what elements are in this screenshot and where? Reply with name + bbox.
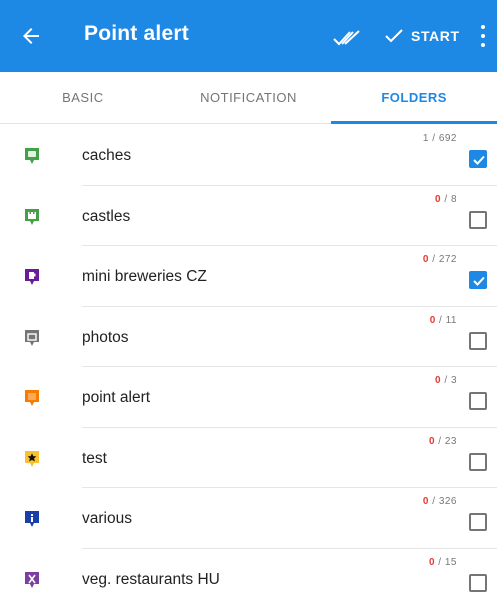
total-count: 3 — [450, 375, 457, 386]
folder-count: 0 / 3 — [435, 375, 457, 386]
arrow-back-icon[interactable] — [18, 24, 44, 48]
folder-row[interactable]: photos 0 / 11 — [0, 307, 497, 367]
folder-checkbox[interactable] — [469, 331, 487, 350]
beer-icon — [25, 269, 39, 285]
total-count: 23 — [444, 435, 457, 447]
folder-row[interactable]: test 0 / 23 — [0, 428, 497, 488]
total-count: 11 — [445, 314, 457, 326]
total-count: 15 — [444, 556, 457, 568]
folder-count: 1 / 692 — [422, 133, 457, 144]
alert-icon — [25, 390, 39, 406]
castle-icon — [25, 208, 39, 225]
folder-count: 0 / 326 — [422, 496, 457, 507]
folder-count: 0 / 8 — [435, 193, 457, 205]
folder-row[interactable]: veg. restaurants HU 0 / 15 — [0, 549, 497, 610]
folder-checkbox[interactable] — [469, 210, 487, 229]
folder-count: 0 / 23 — [428, 435, 457, 447]
folder-checkbox[interactable] — [469, 452, 487, 471]
folder-count: 0 / 272 — [422, 254, 457, 265]
folder-name: point alert — [82, 389, 151, 406]
more-vert-icon[interactable] — [477, 25, 489, 47]
page-title: Point alert — [84, 22, 189, 45]
total-count: 272 — [438, 254, 457, 265]
folder-name: castles — [82, 207, 131, 225]
info-icon — [25, 511, 39, 527]
total-count: 326 — [438, 496, 457, 507]
folder-row[interactable]: mini breweries CZ 0 / 272 — [0, 246, 497, 307]
app-bar: Point alert START — [0, 0, 497, 72]
cutlery-icon — [25, 571, 39, 588]
folder-row[interactable]: point alert 0 / 3 — [0, 367, 497, 428]
folder-row[interactable]: caches 1 / 692 — [0, 125, 497, 186]
double-check-icon[interactable] — [332, 29, 362, 47]
star-icon — [25, 450, 39, 467]
folder-checkbox[interactable] — [469, 271, 487, 289]
folder-row[interactable]: castles 0 / 8 — [0, 186, 497, 246]
folder-name: veg. restaurants HU — [82, 570, 220, 588]
folder-checkbox[interactable] — [469, 150, 487, 168]
check-icon — [385, 29, 403, 43]
folder-checkbox[interactable] — [469, 573, 487, 592]
folder-count: 0 / 15 — [428, 556, 457, 568]
start-button[interactable]: START — [385, 20, 460, 52]
folder-name: mini breweries CZ — [82, 268, 207, 285]
photo-icon — [25, 329, 39, 346]
folder-list: caches 1 / 692 castles 0 / 8 mini breweries … — [0, 125, 497, 609]
folder-checkbox[interactable] — [469, 513, 487, 531]
folder-name: caches — [82, 147, 132, 164]
total-count: 692 — [438, 133, 457, 144]
tab-folders[interactable]: FOLDERS — [331, 72, 497, 124]
total-count: 8 — [450, 193, 457, 205]
chat-icon — [25, 148, 39, 164]
tab-basic[interactable]: BASIC — [0, 72, 166, 123]
folder-name: photos — [82, 328, 129, 346]
tab-notification[interactable]: NOTIFICATION — [166, 72, 332, 123]
folder-name: various — [82, 510, 132, 527]
tab-bar: BASIC NOTIFICATION FOLDERS — [0, 72, 497, 124]
start-label: START — [411, 28, 460, 44]
folder-name: test — [82, 449, 107, 467]
folder-count: 0 / 11 — [429, 314, 457, 326]
folder-checkbox[interactable] — [469, 392, 487, 410]
folder-row[interactable]: various 0 / 326 — [0, 488, 497, 549]
